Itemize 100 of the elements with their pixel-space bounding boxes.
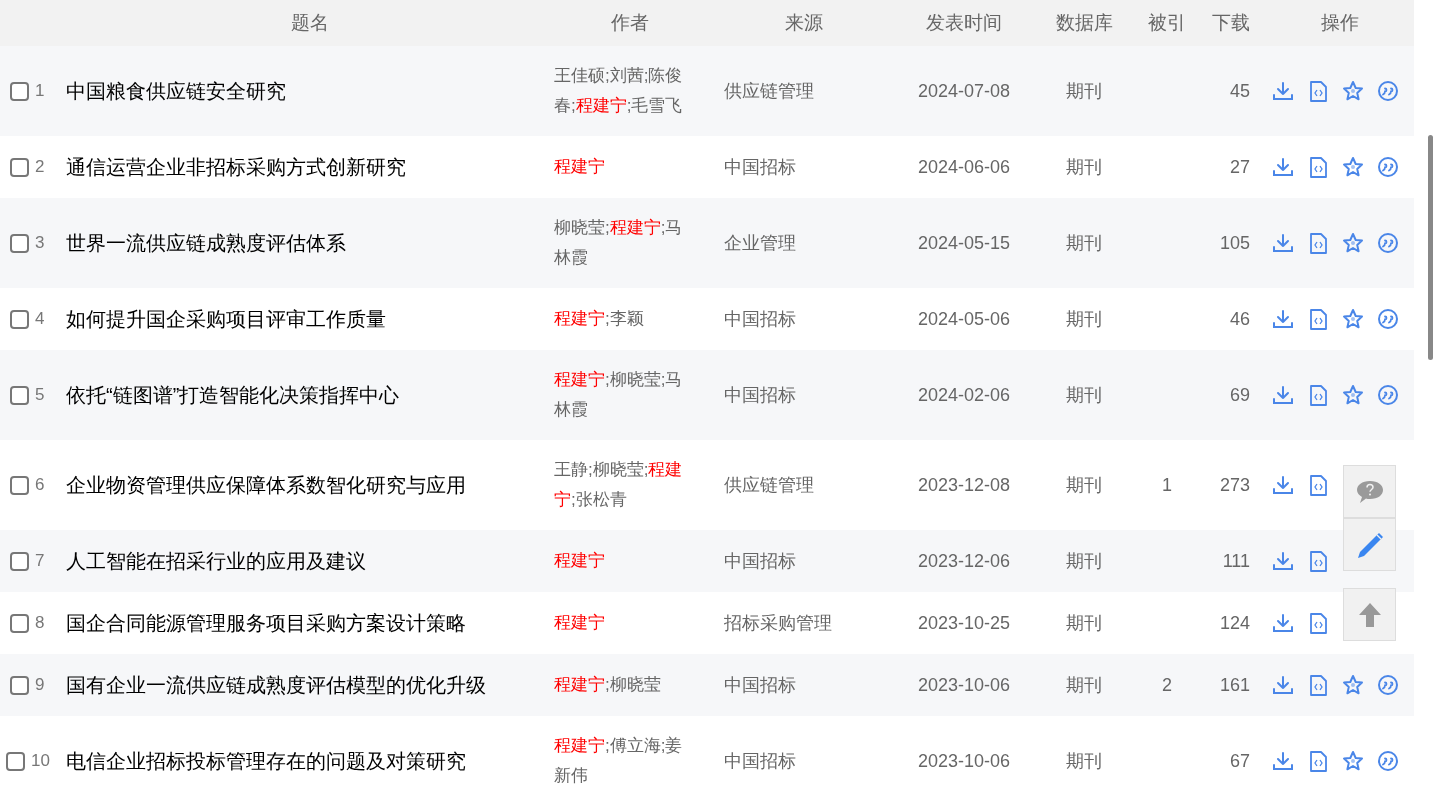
feedback-button[interactable] xyxy=(1343,518,1396,571)
citation-count: 1 xyxy=(1162,474,1172,495)
download-count: 69 xyxy=(1229,384,1250,405)
row-number: 10 xyxy=(31,750,50,773)
html-file-icon[interactable] xyxy=(1307,80,1329,102)
quote-icon[interactable] xyxy=(1377,80,1399,102)
author-list[interactable]: 王佳硕;刘茜;陈俊春;程建宁;毛雪飞 xyxy=(554,61,698,121)
quote-icon[interactable] xyxy=(1377,674,1399,696)
database-label: 期刊 xyxy=(1066,674,1102,695)
checkbox[interactable] xyxy=(10,385,29,405)
html-file-icon[interactable] xyxy=(1307,674,1329,696)
download-count: 105 xyxy=(1219,232,1250,253)
download-icon[interactable] xyxy=(1272,612,1294,634)
article-title-link[interactable]: 人工智能在招采行业的应用及建议 xyxy=(66,550,366,572)
download-count: 273 xyxy=(1219,474,1250,495)
article-title-link[interactable]: 国企合同能源管理服务项目采购方案设计策略 xyxy=(66,612,466,634)
author-list[interactable]: 程建宁;柳晓莹;马林霞 xyxy=(554,365,698,425)
html-file-icon[interactable] xyxy=(1307,474,1329,496)
row-number: 6 xyxy=(35,474,45,497)
star-icon[interactable] xyxy=(1342,384,1364,406)
checkbox[interactable] xyxy=(10,613,29,633)
download-icon[interactable] xyxy=(1272,80,1294,102)
download-icon[interactable] xyxy=(1272,308,1294,330)
html-file-icon[interactable] xyxy=(1307,232,1329,254)
database-label: 期刊 xyxy=(1066,156,1102,177)
download-icon[interactable] xyxy=(1272,550,1294,572)
quote-icon[interactable] xyxy=(1377,750,1399,772)
row-number: 2 xyxy=(35,156,45,179)
author-list[interactable]: 程建宁 xyxy=(554,608,698,638)
star-icon[interactable] xyxy=(1342,80,1364,102)
source-link[interactable]: 供应链管理 xyxy=(724,80,814,101)
citation-count: 2 xyxy=(1162,674,1172,695)
publish-date: 2024-02-06 xyxy=(917,384,1011,405)
checkbox[interactable] xyxy=(10,233,29,253)
row-number: 8 xyxy=(35,612,45,635)
checkbox[interactable] xyxy=(10,475,29,495)
star-icon[interactable] xyxy=(1342,674,1364,696)
author-list[interactable]: 程建宁 xyxy=(554,152,698,182)
article-title-link[interactable]: 世界一流供应链成熟度评估体系 xyxy=(66,232,346,254)
star-icon[interactable] xyxy=(1342,308,1364,330)
download-icon[interactable] xyxy=(1272,674,1294,696)
author-list[interactable]: 柳晓莹;程建宁;马林霞 xyxy=(554,213,698,273)
download-icon[interactable] xyxy=(1272,750,1294,772)
article-title-link[interactable]: 企业物资管理供应保障体系数智化研究与应用 xyxy=(66,474,466,496)
quote-icon[interactable] xyxy=(1377,384,1399,406)
article-title-link[interactable]: 通信运营企业非招标采购方式创新研究 xyxy=(66,156,406,178)
checkbox[interactable] xyxy=(10,157,29,177)
database-label: 期刊 xyxy=(1066,384,1102,405)
help-button[interactable] xyxy=(1343,465,1396,518)
download-count: 124 xyxy=(1219,612,1250,633)
source-link[interactable]: 中国招标 xyxy=(724,384,796,405)
row-number: 7 xyxy=(35,550,45,573)
quote-icon[interactable] xyxy=(1377,308,1399,330)
checkbox[interactable] xyxy=(10,309,29,329)
download-icon[interactable] xyxy=(1272,156,1294,178)
source-link[interactable]: 中国招标 xyxy=(724,308,796,329)
column-header: 被引 xyxy=(1148,11,1186,33)
star-icon[interactable] xyxy=(1342,750,1364,772)
html-file-icon[interactable] xyxy=(1307,550,1329,572)
html-file-icon[interactable] xyxy=(1307,156,1329,178)
source-link[interactable]: 中国招标 xyxy=(724,550,796,571)
source-link[interactable]: 招标采购管理 xyxy=(724,612,832,633)
quote-icon[interactable] xyxy=(1377,156,1399,178)
checkbox[interactable] xyxy=(10,81,29,101)
article-title-link[interactable]: 电信企业招标投标管理存在的问题及对策研究 xyxy=(66,750,466,772)
star-icon[interactable] xyxy=(1342,156,1364,178)
html-file-icon[interactable] xyxy=(1307,384,1329,406)
author-list[interactable]: 程建宁;李颖 xyxy=(554,304,698,334)
author-list[interactable]: 王静;柳晓莹;程建宁;张松青 xyxy=(554,455,698,515)
author-list[interactable]: 程建宁;柳晓莹 xyxy=(554,670,698,700)
column-header: 来源 xyxy=(785,11,823,33)
checkbox[interactable] xyxy=(6,751,25,771)
database-label: 期刊 xyxy=(1066,612,1102,633)
source-link[interactable]: 供应链管理 xyxy=(724,474,814,495)
article-title-link[interactable]: 如何提升国企采购项目评审工作质量 xyxy=(66,308,386,330)
source-link[interactable]: 中国招标 xyxy=(724,156,796,177)
column-header: 发表时间 xyxy=(926,11,1002,33)
source-link[interactable]: 中国招标 xyxy=(724,750,796,771)
star-icon[interactable] xyxy=(1342,232,1364,254)
source-link[interactable]: 企业管理 xyxy=(724,232,796,253)
download-icon[interactable] xyxy=(1272,384,1294,406)
article-title-link[interactable]: 中国粮食供应链安全研究 xyxy=(66,80,286,102)
publish-date: 2023-10-06 xyxy=(917,750,1011,771)
author-list[interactable]: 程建宁 xyxy=(554,546,698,576)
article-title-link[interactable]: 依托“链图谱”打造智能化决策指挥中心 xyxy=(66,384,400,406)
html-file-icon[interactable] xyxy=(1307,612,1329,634)
source-link[interactable]: 中国招标 xyxy=(724,674,796,695)
checkbox[interactable] xyxy=(10,551,29,571)
scrollbar-thumb[interactable] xyxy=(1428,135,1433,360)
html-file-icon[interactable] xyxy=(1307,750,1329,772)
publish-date: 2023-10-25 xyxy=(917,612,1011,633)
checkbox[interactable] xyxy=(10,675,29,695)
download-icon[interactable] xyxy=(1272,232,1294,254)
html-file-icon[interactable] xyxy=(1307,308,1329,330)
quote-icon[interactable] xyxy=(1377,232,1399,254)
download-icon[interactable] xyxy=(1272,474,1294,496)
back-to-top-button[interactable] xyxy=(1343,588,1396,641)
article-title-link[interactable]: 国有企业一流供应链成熟度评估模型的优化升级 xyxy=(66,674,486,696)
author-list[interactable]: 程建宁;傅立海;姜新伟 xyxy=(554,731,698,791)
row-number: 4 xyxy=(35,308,45,331)
